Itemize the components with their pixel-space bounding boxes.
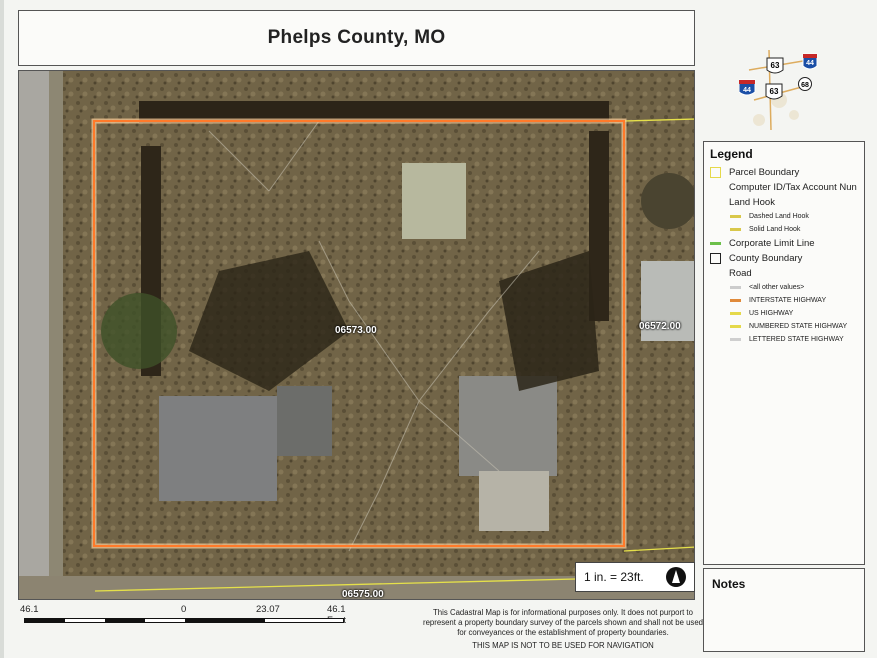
state-68-shield-icon: 68 [798,77,812,91]
legend-item: Corporate Limit Line [710,236,858,251]
shield-63-bottom: 63 [770,87,779,96]
legend-item: <all other values> [710,281,858,294]
legend-item-label: Road [729,268,752,279]
shield-63-top: 63 [771,61,780,70]
locator-map: 63 44 44 63 68 [739,49,818,131]
legend-swatch [710,242,721,245]
shield-44-right: 44 [806,60,814,67]
legend-item: County Boundary [710,251,858,266]
legend-item-label: INTERSTATE HIGHWAY [749,297,827,304]
shield-68: 68 [801,82,809,89]
disclaimer-text: This Cadastral Map is for informational … [423,608,703,637]
legend-item: Dashed Land Hook [710,210,858,223]
parcel-label-east[interactable]: 06572.00 [639,321,681,332]
legend-swatch [730,286,741,289]
scale-label-mid: 23.07 [256,604,280,615]
legend-item-label: NUMBERED STATE HIGHWAY [749,323,848,330]
shield-44-left: 44 [743,87,751,94]
legend-item-label: County Boundary [729,253,803,264]
legend-swatch [710,167,721,178]
scale-ratio-text: 1 in. = 23ft. [584,570,644,584]
scale-label-zero: 0 [181,604,187,615]
legend-swatch [730,228,741,231]
scale-bar-graphic [24,618,344,623]
notes-panel: Notes [703,568,865,652]
legend-panel: Legend Parcel Boundary Computer ID/Tax Ac… [703,141,865,565]
legend-item-label: Dashed Land Hook [749,213,809,220]
scale-bar: 46.1 0 23.07 46.1 Feet [18,604,348,634]
legend-item: INTERSTATE HIGHWAY [710,294,858,307]
legend-swatch [730,312,741,315]
legend-item-label: Land Hook [729,197,775,208]
legend-swatch [730,338,741,341]
legend-item: LETTERED STATE HIGHWAY [710,333,858,346]
interstate-44-shield-icon: 44 [802,53,818,70]
legend-item-label: Computer ID/Tax Account Nun [729,182,857,193]
us-63-shield-lower-icon: 63 [765,83,783,100]
legend-item: US HIGHWAY [710,307,858,320]
aerial-map[interactable]: 06573.00 06572.00 06575.00 [18,70,695,600]
legend-swatch [730,299,741,302]
legend-item-label: Solid Land Hook [749,226,801,233]
title-box: Phelps County, MO [18,10,695,66]
legend-item: Road [710,266,858,281]
us-63-shield-icon: 63 [766,57,784,74]
garage-roof [459,376,557,476]
legend-item-label: Corporate Limit Line [729,238,815,249]
legend-item-label: <all other values> [749,284,805,291]
north-arrow-icon [666,567,686,587]
legend-item-label: Parcel Boundary [729,167,800,178]
legend-item-label: LETTERED STATE HIGHWAY [749,336,844,343]
legend-swatch [730,215,741,218]
legend-item-label: US HIGHWAY [749,310,794,317]
legend-item: NUMBERED STATE HIGHWAY [710,320,858,333]
legend-item: Land Hook [710,195,858,210]
legend-item: Solid Land Hook [710,223,858,236]
legend-title: Legend [710,147,753,161]
house-roof [159,396,277,501]
parcel-label-subject[interactable]: 06573.00 [335,325,377,336]
legend-swatch [730,325,741,328]
legend-item: Computer ID/Tax Account Nun [710,180,858,195]
notes-title: Notes [712,577,746,591]
map-sheet: Phelps County, MO 06573.00 06572.00 0657… [4,0,877,658]
legend-item: Parcel Boundary [710,165,858,180]
navigation-warning: THIS MAP IS NOT TO BE USED FOR NAVIGATIO… [472,641,654,650]
map-title: Phelps County, MO [267,27,446,48]
shed-roof [402,163,466,239]
interstate-44-shield-left-icon: 44 [739,79,756,96]
scale-ratio-box: 1 in. = 23ft. [575,562,695,592]
parcel-label-south[interactable]: 06575.00 [342,589,384,599]
legend-swatch [710,253,721,264]
scale-label-left: 46.1 [20,604,39,615]
